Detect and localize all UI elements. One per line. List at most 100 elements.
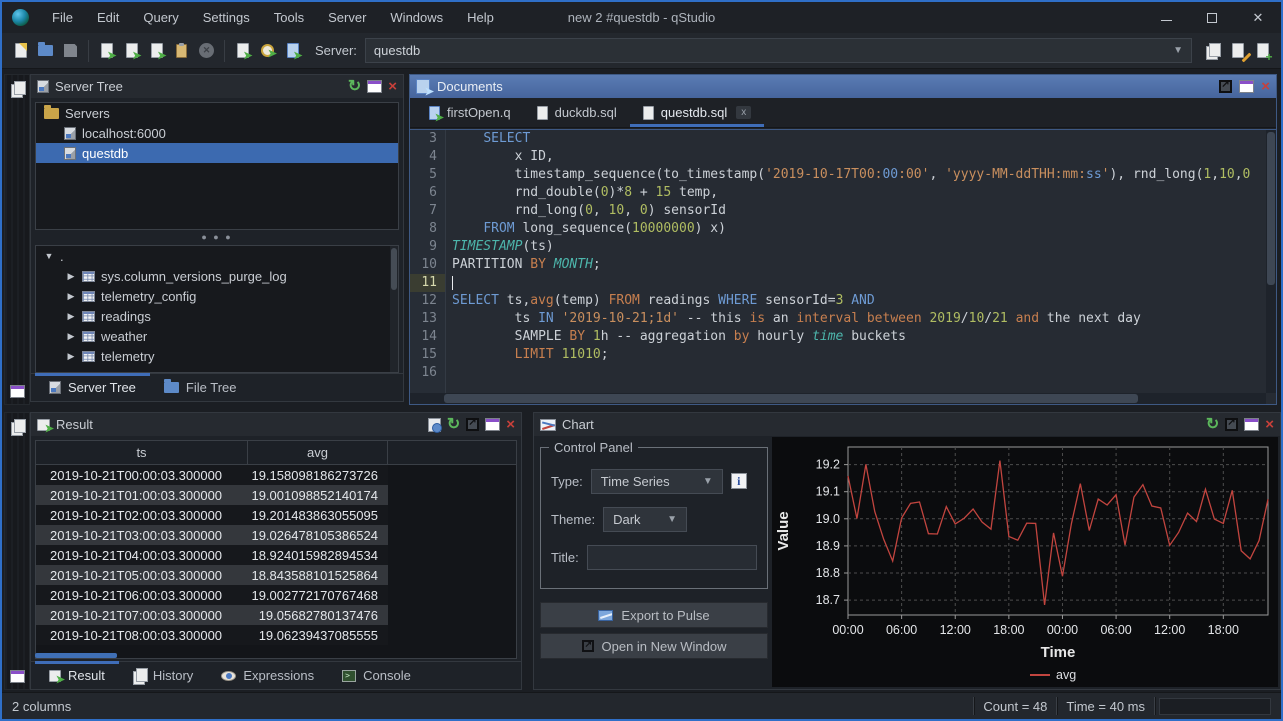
sql-editor[interactable]: 345678910111213141516 SELECT x ID, times… <box>410 129 1276 404</box>
edit-server-icon[interactable] <box>1226 39 1249 63</box>
new-file-icon[interactable] <box>9 39 32 63</box>
restore-window-icon[interactable] <box>10 670 25 683</box>
menu-server[interactable]: Server <box>317 5 377 30</box>
menu-edit[interactable]: Edit <box>86 5 130 30</box>
menu-file[interactable]: File <box>41 5 84 30</box>
documents-panel: ➤ Documents × ➤firstOpen.qduckdb.sqlques… <box>409 74 1277 405</box>
maximize-button[interactable] <box>1189 2 1235 33</box>
collapsed-arrow-icon[interactable]: ▶ <box>66 331 76 342</box>
server-selector[interactable]: questdb ▼ <box>365 38 1192 63</box>
close-button[interactable]: ✕ <box>1235 2 1281 33</box>
table-row[interactable]: 2019-10-21T00:00:03.30000019.15809818627… <box>36 465 388 485</box>
table-row[interactable]: 2019-10-21T01:00:03.30000019.00109885214… <box>36 485 388 505</box>
popout-icon[interactable] <box>1219 80 1232 93</box>
table-row[interactable]: 2019-10-21T08:00:03.30000019.06239437085… <box>36 625 388 645</box>
collapsed-arrow-icon[interactable]: ▶ <box>66 271 76 282</box>
tab-firstopen-q[interactable]: ➤firstOpen.q <box>416 98 524 127</box>
window-icon[interactable] <box>485 418 500 431</box>
tree-item-localhost-6000[interactable]: localhost:6000 <box>36 123 398 143</box>
export-result-icon[interactable] <box>428 418 441 432</box>
chart-theme-select[interactable]: Dark ▼ <box>603 507 687 532</box>
paste-icon[interactable] <box>170 39 193 63</box>
column-header-avg[interactable]: avg <box>248 441 388 464</box>
tree-item-sys-column-versions-purge-log[interactable]: ▶sys.column_versions_purge_log <box>36 266 398 286</box>
tree-item-questdb[interactable]: questdb <box>36 143 398 163</box>
result-table[interactable]: tsavg 2019-10-21T00:00:03.30000019.15809… <box>35 440 517 659</box>
editor-horizontal-scrollbar[interactable] <box>410 393 1266 404</box>
minimize-button[interactable] <box>1143 2 1189 33</box>
menu-settings[interactable]: Settings <box>192 5 261 30</box>
column-header-ts[interactable]: ts <box>36 441 248 464</box>
tab-result[interactable]: ➤Result <box>35 662 119 689</box>
restore-window-icon[interactable] <box>10 385 25 398</box>
refresh-icon[interactable]: ↻ <box>348 79 361 95</box>
close-panel-icon[interactable]: × <box>506 417 515 432</box>
tree-item-readings[interactable]: ▶readings <box>36 306 398 326</box>
window-icon[interactable] <box>1244 418 1259 431</box>
table-row[interactable]: 2019-10-21T06:00:03.30000019.00277217076… <box>36 585 388 605</box>
svg-text:18.9: 18.9 <box>816 539 840 553</box>
cancel-query-icon[interactable]: ✕ <box>195 39 218 63</box>
stacked-windows-icon[interactable] <box>11 81 24 96</box>
tree-item-root[interactable]: ▼. <box>36 246 398 266</box>
table-row[interactable]: 2019-10-21T05:00:03.30000018.84358810152… <box>36 565 388 585</box>
close-panel-icon[interactable]: × <box>1261 79 1270 94</box>
tab-duckdb-sql[interactable]: duckdb.sql <box>524 98 630 127</box>
table-row[interactable]: 2019-10-21T04:00:03.30000018.92401598289… <box>36 545 388 565</box>
copy-server-icon[interactable] <box>1201 39 1224 63</box>
scrollbar[interactable] <box>390 246 398 372</box>
menu-help[interactable]: Help <box>456 5 505 30</box>
open-file-icon[interactable] <box>34 39 57 63</box>
title-bar: FileEditQuerySettingsToolsServerWindowsH… <box>2 2 1281 33</box>
close-tab-icon[interactable]: x <box>736 106 751 119</box>
add-server-icon[interactable]: + <box>1251 39 1274 63</box>
refresh-icon[interactable]: ↻ <box>1206 417 1219 433</box>
export-to-pulse-button[interactable]: Export to Pulse <box>540 602 768 628</box>
menu-tools[interactable]: Tools <box>263 5 315 30</box>
info-icon[interactable]: i <box>731 473 747 489</box>
expanded-arrow-icon[interactable]: ▼ <box>44 251 54 261</box>
table-row[interactable]: 2019-10-21T03:00:03.30000019.02647810538… <box>36 525 388 545</box>
close-panel-icon[interactable]: × <box>1265 417 1274 432</box>
table-icon <box>82 271 95 282</box>
run-script-icon[interactable]: ➤ <box>145 39 168 63</box>
menu-windows[interactable]: Windows <box>379 5 454 30</box>
table-row[interactable]: 2019-10-21T07:00:03.30000019.05682780137… <box>36 605 388 625</box>
chart-type-select[interactable]: Time Series ▼ <box>591 469 723 494</box>
refresh-icon[interactable]: ↻ <box>447 417 460 433</box>
sql-notebook-icon[interactable]: ➤ <box>281 39 304 63</box>
splitter-handle[interactable]: ● ● ● <box>31 231 403 243</box>
collapsed-arrow-icon[interactable]: ▶ <box>66 311 76 322</box>
run-line-icon[interactable]: ➤ <box>95 39 118 63</box>
tree-item-telemetry-config[interactable]: ▶telemetry_config <box>36 286 398 306</box>
open-in-new-window-button[interactable]: Open in New Window <box>540 633 768 659</box>
tree-item-servers-root[interactable]: Servers <box>36 103 398 123</box>
tab-console[interactable]: >Console <box>328 662 425 689</box>
popout-icon[interactable] <box>1225 418 1238 431</box>
watched-expression-icon[interactable]: ➤ <box>256 39 279 63</box>
popout-icon[interactable] <box>466 418 479 431</box>
tree-item-telemetry[interactable]: ▶telemetry <box>36 346 398 366</box>
stacked-windows-icon[interactable] <box>11 419 24 434</box>
save-file-icon[interactable] <box>59 39 82 63</box>
tab-server-tree[interactable]: Server Tree <box>35 374 150 401</box>
tab-questdb-sql[interactable]: questdb.sqlx <box>630 98 765 127</box>
window-icon[interactable] <box>367 80 382 93</box>
window-icon[interactable] <box>1239 80 1254 93</box>
editor-vertical-scrollbar[interactable] <box>1266 130 1276 393</box>
menu-query[interactable]: Query <box>132 5 189 30</box>
tab-file-tree[interactable]: File Tree <box>150 374 251 401</box>
table-row[interactable]: 2019-10-21T02:00:03.30000019.20148386305… <box>36 505 388 525</box>
collapsed-arrow-icon[interactable]: ▶ <box>66 351 76 362</box>
run-selection-icon[interactable]: ➤ <box>120 39 143 63</box>
close-panel-icon[interactable]: × <box>388 79 397 94</box>
tree-item-weather[interactable]: ▶weather <box>36 326 398 346</box>
cell-ts: 2019-10-21T04:00:03.300000 <box>36 548 248 563</box>
tab-expressions[interactable]: Expressions <box>207 662 328 689</box>
editor-code[interactable]: SELECT x ID, timestamp_sequence(to_times… <box>446 130 1266 393</box>
chart-title-input[interactable] <box>587 545 757 570</box>
collapsed-arrow-icon[interactable]: ▶ <box>66 291 76 302</box>
cell-ts: 2019-10-21T01:00:03.300000 <box>36 488 248 503</box>
send-query-icon[interactable]: ➤ <box>231 39 254 63</box>
tab-history[interactable]: History <box>119 662 207 689</box>
